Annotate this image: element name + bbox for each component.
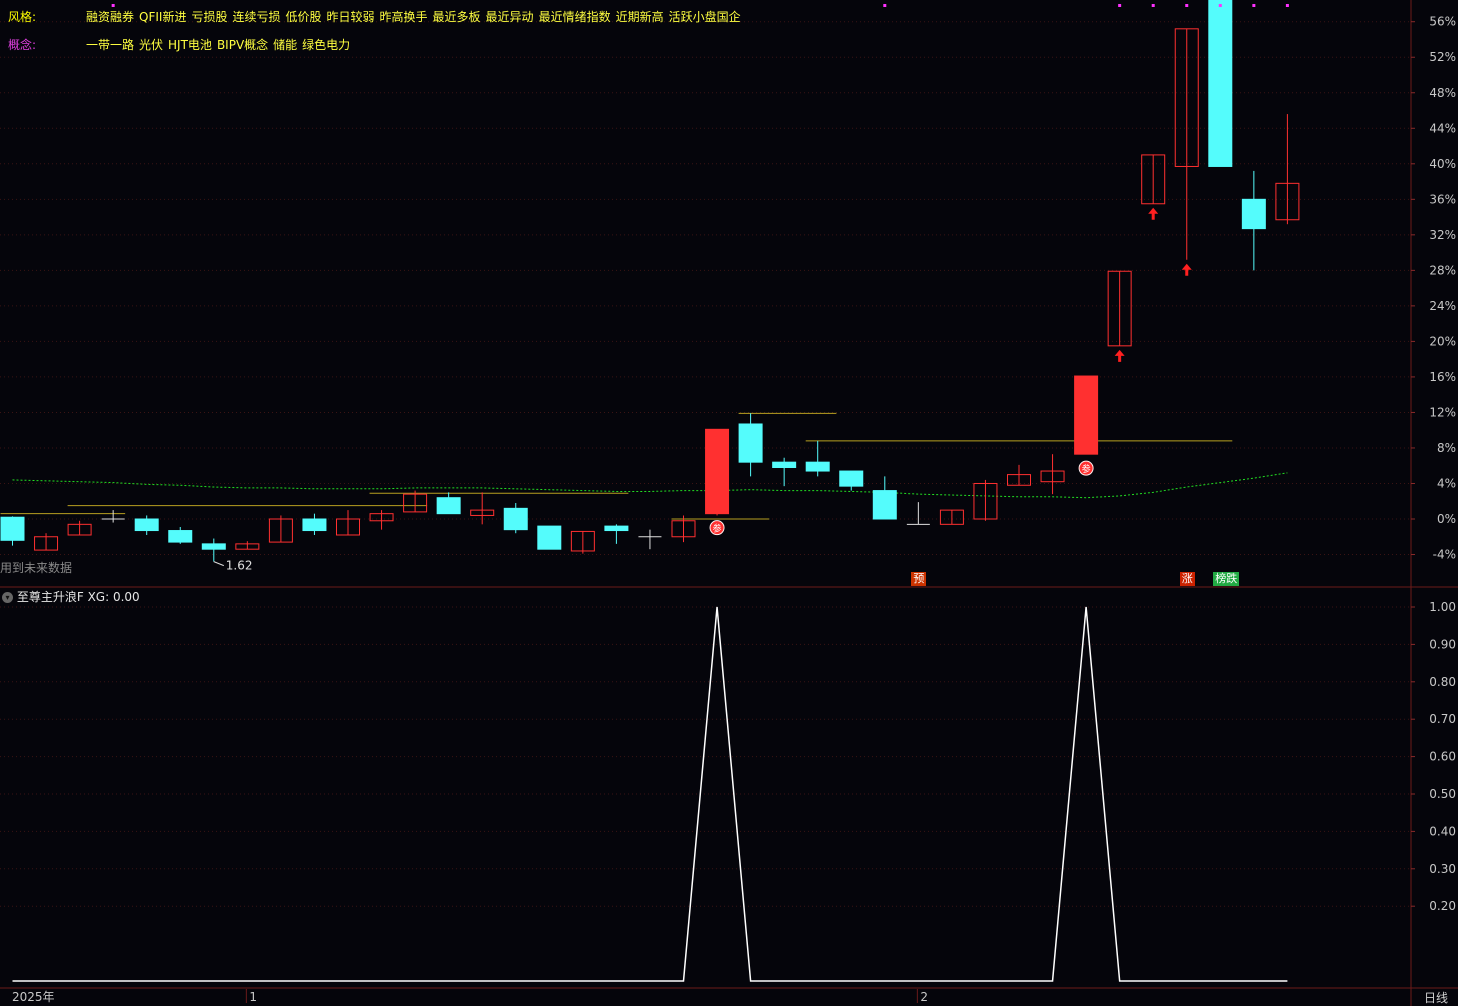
candle-body (839, 470, 864, 487)
style-tag[interactable]: QFII新进 (139, 10, 186, 24)
y-tick-label: 12% (1429, 405, 1456, 419)
period-label[interactable]: 日线 (1424, 989, 1448, 1006)
indicator-y-tick-label: 0.60 (1429, 750, 1456, 764)
signal-circle-label: 参 (713, 523, 722, 535)
concept-tag[interactable]: 一带一路 (86, 38, 134, 52)
style-tag[interactable]: 最近异动 (486, 10, 534, 24)
y-tick-label: 28% (1429, 263, 1456, 277)
x-axis-label: 2 (920, 990, 928, 1004)
signal-arrow (1181, 263, 1192, 276)
candle-body (772, 461, 797, 468)
top-marker-dot (1118, 4, 1122, 7)
signal-arrow (1148, 207, 1159, 220)
style-tag[interactable]: 亏损股 (191, 10, 227, 24)
candlestick-chart[interactable]: 64%60%56%52%48%44%40%36%32%28%24%20%16%1… (0, 0, 1458, 1006)
signal-arrow (1114, 349, 1125, 362)
indicator-y-tick-label: 0.30 (1429, 862, 1456, 876)
collapse-icon[interactable]: ▾ (2, 592, 13, 603)
candle-body (738, 423, 763, 463)
candle-body (1074, 375, 1099, 455)
candle-body (705, 428, 730, 515)
y-tick-label: 32% (1429, 228, 1456, 242)
candle-body (436, 497, 461, 515)
y-tick-label: -4% (1433, 548, 1456, 562)
y-tick-label: 56% (1429, 15, 1456, 29)
style-tag[interactable]: 连续亏损 (232, 10, 280, 24)
y-tick-label: 20% (1429, 334, 1456, 348)
style-tag[interactable]: 活跃小盘国企 (669, 10, 741, 24)
top-marker-dot (1185, 4, 1189, 7)
y-tick-label: 40% (1429, 157, 1456, 171)
y-tick-label: 8% (1437, 441, 1456, 455)
style-tag[interactable]: 低价股 (285, 10, 321, 24)
signal-circle-label: 参 (1082, 463, 1091, 475)
style-tag[interactable]: 最近情绪指数 (539, 10, 611, 24)
indicator-y-tick-label: 0.50 (1429, 787, 1456, 801)
indicator-y-tick-label: 0.40 (1429, 824, 1456, 838)
indicator-y-tick-label: 0.90 (1429, 637, 1456, 651)
indicator-title: 至尊主升浪F (16, 590, 84, 604)
indicator-y-tick-label: 1.00 (1429, 600, 1456, 614)
style-tag[interactable]: 最近多板 (433, 10, 481, 24)
candle-body (1241, 198, 1266, 230)
concept-tag[interactable]: 光伏 (139, 38, 163, 52)
indicator-y-tick-label: 0.70 (1429, 712, 1456, 726)
y-tick-label: 36% (1429, 192, 1456, 206)
y-tick-label: 0% (1437, 512, 1456, 526)
style-tags: 融资融券 QFII新进 亏损股 连续亏损 低价股 昨日较弱 昨高换手 最近多板 最近异动 最近情绪… (86, 8, 746, 25)
concept-tag[interactable]: BIPV概念 (217, 38, 268, 52)
top-marker-dot (1252, 4, 1256, 7)
indicator-y-tick-label: 0.80 (1429, 675, 1456, 689)
candle-body (168, 530, 193, 543)
y-tick-label: 52% (1429, 50, 1456, 64)
top-marker-dot (1285, 4, 1289, 7)
candle-body (0, 516, 25, 541)
candle-body (1208, 0, 1233, 167)
y-tick-label: 16% (1429, 370, 1456, 384)
future-data-note: 用到未来数据 (0, 561, 73, 575)
style-tag[interactable]: 近期新高 (616, 10, 664, 24)
signal-badge: 榜跌 (1213, 572, 1240, 586)
candle-body (604, 525, 629, 532)
concept-label: 概念: (8, 38, 37, 52)
concept-tag[interactable]: HJT电池 (168, 38, 212, 52)
candle-body (872, 490, 897, 520)
y-tick-label: 24% (1429, 299, 1456, 313)
signal-badge: 涨 (1179, 572, 1195, 586)
concept-tag[interactable]: 绿色电力 (302, 38, 350, 52)
moving-average-line (12, 472, 1288, 499)
candle-body (134, 518, 159, 532)
low-pointer (213, 561, 224, 567)
signal-badge: 预 (911, 572, 927, 586)
y-tick-label: 44% (1429, 121, 1456, 135)
indicator-header[interactable]: ▾ 至尊主升浪F XG: 0.00 (2, 588, 140, 605)
low-price-label: 1.62 (226, 559, 253, 573)
top-marker-dot (883, 4, 887, 7)
style-tag[interactable]: 昨日较弱 (327, 10, 375, 24)
style-label: 风格: (8, 10, 37, 24)
concept-tags: 一带一路 光伏 HJT电池 BIPV概念 储能 绿色电力 (86, 36, 355, 53)
y-tick-label: 48% (1429, 86, 1456, 100)
stock-chart-window: 64%60%56%52%48%44%40%36%32%28%24%20%16%1… (0, 0, 1458, 1006)
candle-body (503, 507, 528, 531)
candle-body (805, 461, 830, 472)
top-marker-dot (1218, 4, 1222, 7)
indicator-y-tick-label: 0.20 (1429, 899, 1456, 913)
concept-tag[interactable]: 储能 (273, 38, 297, 52)
candle-body (537, 525, 562, 550)
x-axis-label: 2025年 (12, 990, 55, 1004)
x-axis-label: 1 (249, 990, 257, 1004)
indicator-value: XG: 0.00 (87, 590, 140, 604)
y-tick-label: 4% (1437, 476, 1456, 490)
style-tags-line: 风格: 融资融券 QFII新进 亏损股 连续亏损 低价股 昨日较弱 昨高换手 最近多板 最近异动… (8, 8, 741, 25)
top-marker-dot (111, 4, 115, 7)
style-tag[interactable]: 昨高换手 (380, 10, 428, 24)
concept-tags-line: 概念: 一带一路 光伏 HJT电池 BIPV概念 储能 绿色电力 (8, 36, 350, 53)
candle-body (201, 543, 226, 550)
candle-body (302, 518, 327, 532)
top-marker-dot (1151, 4, 1155, 7)
style-tag[interactable]: 融资融券 (86, 10, 134, 24)
